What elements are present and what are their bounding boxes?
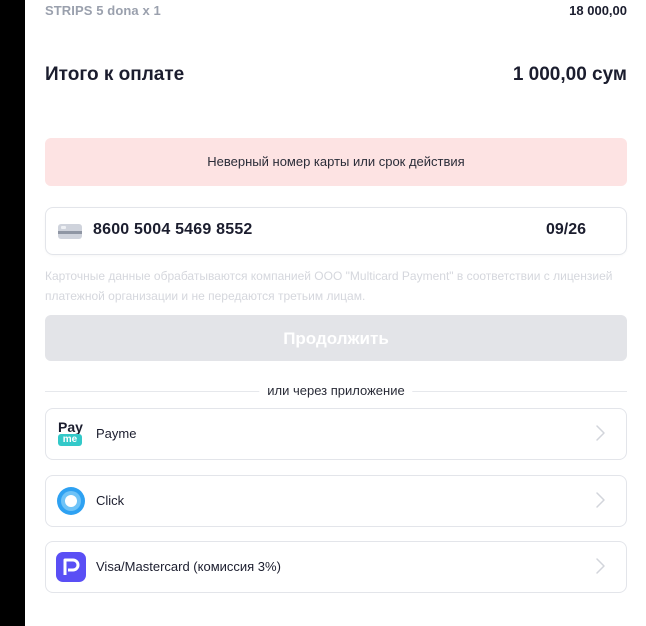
order-item-name: STRIPS 5 dona x 1: [45, 3, 161, 18]
card-expiry-input[interactable]: 09/26: [546, 221, 586, 239]
divider-text: или через приложение: [259, 383, 413, 398]
payment-option-visa-mastercard[interactable]: Visa/Mastercard (комиссия 3%): [45, 541, 627, 593]
card-input-field[interactable]: 8600 5004 5469 8552 09/26: [45, 207, 627, 255]
card-number-input[interactable]: 8600 5004 5469 8552: [93, 221, 253, 239]
error-alert: Неверный номер карты или срок действия: [45, 138, 627, 186]
card-data-disclaimer: Карточные данные обрабатываются компание…: [45, 269, 613, 303]
chevron-right-icon: [596, 492, 605, 508]
payme-logo-icon: Pay me: [58, 419, 83, 446]
checkout-panel: [25, 0, 646, 626]
app-divider: или через приложение: [45, 382, 627, 400]
continue-button[interactable]: Продолжить: [45, 315, 627, 361]
click-logo-icon: [57, 487, 85, 515]
total-amount: 1 000,00 сум: [512, 64, 627, 85]
payment-option-click[interactable]: Click: [45, 475, 627, 527]
order-item-price: 18 000,00: [569, 3, 627, 18]
payment-option-label: Visa/Mastercard (комиссия 3%): [96, 559, 281, 574]
order-total-row: Итого к оплате 1 000,00 сум: [45, 64, 627, 90]
payment-option-payme[interactable]: Pay me Payme: [45, 408, 627, 460]
credit-card-icon: [58, 224, 82, 239]
multicard-logo-icon: [56, 552, 86, 582]
payment-option-label: Click: [96, 493, 125, 508]
total-label: Итого к оплате: [45, 64, 185, 85]
order-item-row: STRIPS 5 dona x 1 18 000,00: [45, 3, 627, 21]
chevron-right-icon: [596, 558, 605, 574]
payment-option-label: Payme: [96, 426, 137, 441]
chevron-right-icon: [596, 425, 605, 441]
left-edge-strip: [0, 0, 25, 626]
